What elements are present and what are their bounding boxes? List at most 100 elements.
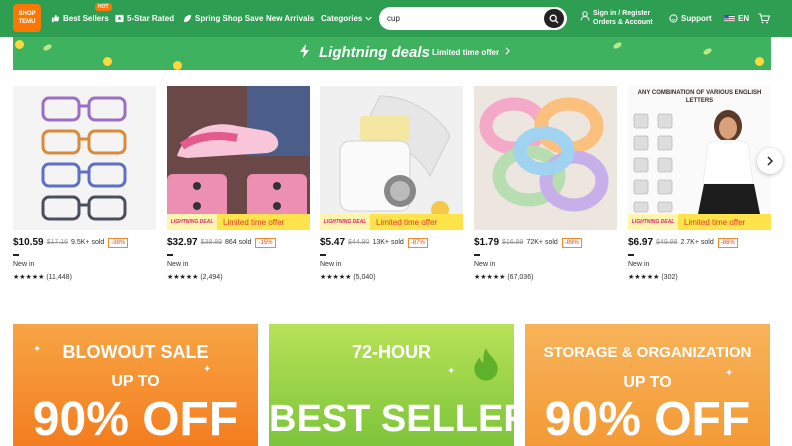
nav-five-star[interactable]: 5-Star Rated [115,0,174,37]
star-rating-icon: ★★★★★ [628,274,660,281]
sold-count: 72K+ sold [526,239,558,246]
decor-flower [103,57,112,66]
new-in-label: New in [167,261,189,268]
original-price: $38.89 [200,239,223,246]
discount-badge: -15% [255,237,276,248]
discount-badge: -89% [561,237,582,248]
user-icon [580,11,590,21]
new-in-label: New in [320,261,342,268]
promo-title: STORAGE & ORGANIZATION [543,344,752,361]
divider [13,254,19,256]
product-image[interactable]: ANY COMBINATION OF VARIOUS ENGLISH LETTE… [628,86,771,230]
promo-storage-organization[interactable]: ✦ STORAGE & ORGANIZATION UP TO 90% OFF [525,324,770,446]
review-count: (302) [661,274,678,281]
cart-icon [758,13,770,24]
language-selector[interactable]: EN [724,0,749,37]
lightning-deal-badge: LIGHTNING DEAL [628,214,678,230]
account-line2: Orders & Account [593,19,653,26]
discount-badge: -87% [407,237,428,248]
product-image[interactable]: LIGHTNING DEAL Limited time offer [167,86,310,230]
limited-offer-text: Limited time offer [223,217,285,227]
promo-title: BLOWOUT SALE [62,342,209,362]
sold-count: 13K+ sold [372,239,404,246]
support-label: Support [681,14,712,23]
nav-spring-shop[interactable]: Spring Shop Save [183,0,263,37]
price: $6.97 [628,237,654,248]
thumbs-up-icon [51,14,60,23]
rating: ★★★★★ (11,448) [13,273,72,281]
cart-button[interactable] [758,0,770,37]
review-count: (67,036) [507,274,534,281]
divider [474,254,480,256]
lightning-deal-bar: LIGHTNING DEAL Limited time offer [167,214,310,230]
product-image[interactable]: LIGHTNING DEAL Limited time offer [320,86,463,230]
star-rating-icon: ★★★★★ [13,274,45,281]
decor-leaf [42,43,53,52]
new-in-label: New in [13,261,35,268]
original-price: $49.98 [656,239,678,246]
lightning-deal-badge: LIGHTNING DEAL [167,214,217,230]
review-count: (11,448) [46,274,72,281]
nav-label: Categories [321,14,363,23]
sold-count: 864 sold [225,239,252,246]
price-row: $1.79 $16.99 72K+ sold -89% [474,237,582,248]
discount-badge: -38% [108,237,129,248]
price-row: $5.47 $44.90 13K+ sold -87% [320,237,428,248]
discount-badge: -86% [717,237,738,248]
lightning-deal-badge: LIGHTNING DEAL [320,214,370,230]
nav-new-arrivals[interactable]: New Arrivals [266,0,314,37]
banner-subtitle: Limited time offer [432,47,511,57]
search-input[interactable]: cup [379,7,567,30]
search-button[interactable] [544,9,564,28]
sparkle-icon: ✦ [447,366,456,377]
chevron-down-icon [365,16,373,21]
product-image[interactable] [13,86,156,230]
original-price: $17.16 [46,239,69,246]
carousel-next-button[interactable] [757,148,783,174]
promo-subtitle: UP TO [623,374,672,391]
decor-flower [15,40,24,49]
promo-blowout-sale[interactable]: ✦ ✦ BLOWOUT SALE UP TO 90% OFF [13,324,258,446]
review-count: (2,494) [200,274,223,281]
support-link[interactable]: Support [669,0,712,37]
us-flag-icon [724,15,735,22]
star-rating-icon: ★★★★★ [320,274,352,281]
product-image[interactable] [474,86,617,230]
original-price: $44.90 [348,239,370,246]
top-header: SHOP TEMU Best Sellers HOT 5-Star Rated … [0,0,792,37]
limited-offer-text: Limited time offer [376,217,438,227]
sold-count: 2.7K+ sold [680,239,714,246]
divider [167,254,173,256]
chat-support-icon [669,14,678,23]
decor-flower [755,57,764,66]
nav-label: Spring Shop Save [195,14,264,23]
chevron-right-icon [505,47,511,55]
price: $32.97 [167,237,198,248]
price-row: $6.97 $49.98 2.7K+ sold -86% [628,237,738,248]
new-in-label: New in [474,261,496,268]
original-price: $16.99 [502,239,524,246]
nav-label: New Arrivals [266,14,315,23]
lightning-deal-bar: LIGHTNING DEAL Limited time offer [320,214,463,230]
lightning-deals-banner[interactable]: Lightning deals Limited time offer [13,37,771,70]
lightning-icon [300,44,309,58]
promo-headline: 90% OFF [544,393,751,446]
divider [320,254,326,256]
leaf-icon [183,14,192,23]
decor-leaf [702,47,713,56]
temu-logo[interactable]: SHOP TEMU [13,4,41,32]
banner-title: Lightning deals [319,44,430,61]
promo-72-hour[interactable]: ✦ 72-HOUR BEST SELLERS [269,324,514,446]
price: $10.59 [13,237,44,248]
promo-subtitle: UP TO [111,373,160,390]
price: $5.47 [320,237,346,248]
promo-headline: 90% OFF [32,393,239,446]
sold-count: 9.5K+ sold [71,239,105,246]
nav-label: 5-Star Rated [127,14,175,23]
logo-bottom-text: TEMU [18,19,36,25]
rating: ★★★★★ (302) [628,273,678,281]
star-rating-icon: ★★★★★ [474,274,506,281]
star-rating-icon: ★★★★★ [167,274,199,281]
rating: ★★★★★ (67,036) [474,273,533,281]
nav-categories[interactable]: Categories [321,0,373,37]
